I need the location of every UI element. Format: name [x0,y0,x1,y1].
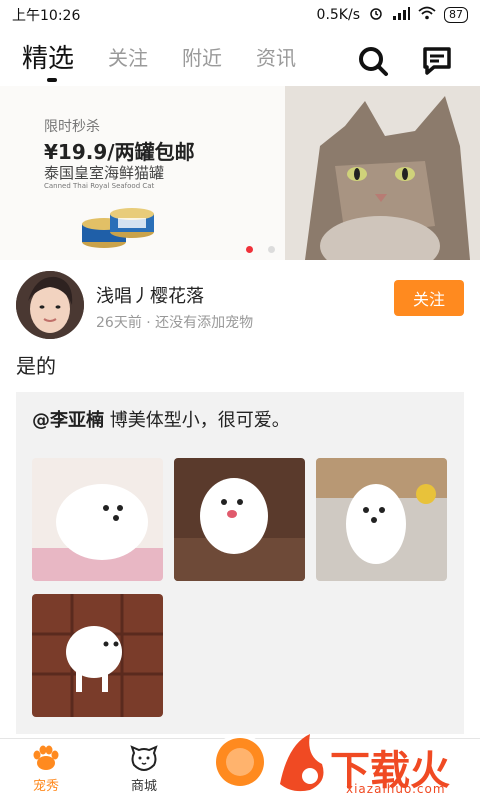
banner-tag: 限时秒杀 [44,119,100,135]
paw-icon [33,745,59,770]
cat-photo [285,86,480,260]
wifi-icon [418,6,436,24]
watermark-subtext: xiazaihuo.com [346,782,446,796]
status-indicators: 0.5K/s 87 [317,5,468,25]
avatar[interactable] [16,271,84,339]
username[interactable]: 浅唱丿樱花落 [96,282,204,308]
bottom-tab-pet-show[interactable]: 宠秀 [16,745,76,794]
search-icon[interactable] [356,44,390,78]
carousel-dot[interactable] [268,246,275,253]
dog-photo-1[interactable] [32,458,163,581]
tab-featured[interactable]: 精选 [22,38,74,75]
dog-photo-2[interactable] [174,458,305,581]
cat-food-cans-image [82,208,154,248]
follow-button[interactable]: 关注 [394,280,464,316]
carousel-dot-active[interactable] [246,246,253,253]
status-time: 上午10:26 [12,8,81,24]
quote-text: @李亚楠 博美体型小，很可爱。 [32,406,290,432]
message-icon[interactable] [420,44,454,78]
tab-nearby[interactable]: 附近 [182,42,222,71]
mention-link[interactable]: @李亚楠 [32,410,104,431]
tab-news[interactable]: 资讯 [256,42,296,71]
banner-product: 泰国皇室海鲜猫罐 [44,164,165,182]
top-nav: 精选 关注 附近 资讯 [0,34,480,86]
tab-indicator [47,78,57,82]
quote-body: 博美体型小，很可爱。 [104,410,290,431]
dog-photo-3[interactable] [316,458,447,581]
network-speed: 0.5K/s [316,7,360,23]
banner-ad-panel: 限时秒杀 ¥19.9/两罐包邮 泰国皇室海鲜猫罐 Canned Thai Roy… [0,86,285,260]
bottom-tab-mall[interactable]: 商城 [114,745,174,794]
signal-icon [392,6,410,24]
alarm-icon [368,5,384,25]
post-meta: 26天前 · 还没有添加宠物 [96,315,254,331]
tab-following[interactable]: 关注 [108,42,148,71]
bottom-tab-label: 商城 [130,779,157,794]
promo-banner[interactable]: 限时秒杀 ¥19.9/两罐包邮 泰国皇室海鲜猫罐 Canned Thai Roy… [0,86,480,260]
battery-indicator: 87 [444,7,468,23]
post-text: 是的 [16,354,56,378]
dog-face-icon [130,745,158,771]
dog-photo-4[interactable] [32,594,163,717]
status-bar: 上午10:26 0.5K/s 87 [0,0,480,30]
quoted-post[interactable]: @李亚楠 博美体型小，很可爱。 [16,392,464,734]
banner-subtitle: Canned Thai Royal Seafood Cat [44,182,155,190]
bottom-tab-label: 宠秀 [32,779,59,794]
banner-price: ¥19.9/两罐包邮 [44,140,195,164]
